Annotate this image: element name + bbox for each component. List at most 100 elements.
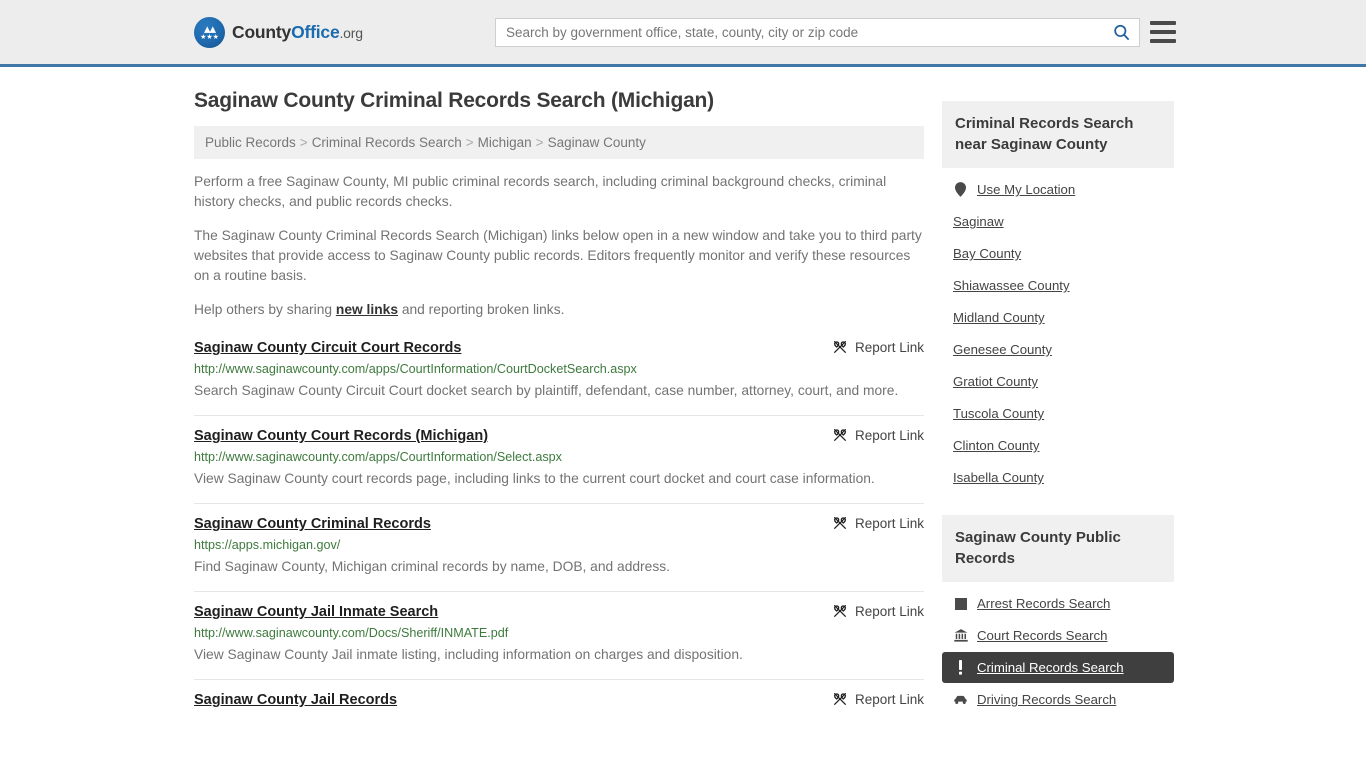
sidebar-item-midland-county[interactable]: Midland County (942, 302, 1174, 333)
broken-link-icon (833, 341, 846, 353)
sidebar-item-label: Arrest Records Search (977, 596, 1111, 611)
sidebar-item-criminal-records-search[interactable]: Criminal Records Search (942, 652, 1174, 683)
logo-text-office: Office (291, 21, 340, 42)
sidebar-item-label: Saginaw (953, 214, 1004, 229)
sidebar-item-label: Shiawassee County (953, 278, 1070, 293)
report-link-label: Report Link (854, 515, 924, 531)
breadcrumb-item-criminal-records-search[interactable]: Criminal Records Search (312, 135, 462, 150)
sidebar-item-use-my-location[interactable]: Use My Location (942, 174, 1174, 205)
car-icon (953, 692, 968, 707)
main-content: Saginaw County Criminal Records Search (… (194, 67, 924, 725)
search-input[interactable] (496, 18, 1103, 46)
results-list: Saginaw County Circuit Court Records Rep… (194, 335, 924, 725)
broken-link-icon (833, 517, 846, 529)
help-line-before: Help others by sharing (194, 302, 336, 317)
logo-text-org: .org (339, 24, 363, 41)
sidebar-item-arrest-records-search[interactable]: Arrest Records Search (942, 588, 1174, 619)
sidebar-item-label: Bay County (953, 246, 1022, 261)
report-link-label: Report Link (854, 427, 924, 443)
sidebar-item-label: Use My Location (977, 182, 1076, 197)
broken-link-icon (833, 693, 846, 705)
intro-paragraph-2: The Saginaw County Criminal Records Sear… (194, 228, 922, 283)
result-item: Saginaw County Circuit Court Records Rep… (194, 335, 924, 415)
site-logo[interactable]: ▴▴ ★★★ CountyOffice.org (194, 16, 363, 48)
broken-link-icon (833, 429, 846, 441)
page-title: Saginaw County Criminal Records Search (… (194, 89, 714, 112)
hamburger-menu-icon[interactable] (1150, 21, 1176, 43)
sidebar-item-driving-records-search[interactable]: Driving Records Search (942, 684, 1174, 715)
sidebar-public-records-box: Saginaw County Public Records Arrest Rec… (942, 515, 1174, 715)
breadcrumb-item-saginaw-county[interactable]: Saginaw County (548, 135, 646, 150)
report-link-label: Report Link (854, 603, 924, 619)
result-item: Saginaw County Criminal Records Report L… (194, 503, 924, 591)
sidebar-item-label: Driving Records Search (977, 692, 1117, 707)
sidebar-item-saginaw[interactable]: Saginaw (942, 206, 1174, 237)
report-link-button[interactable]: Report Link (814, 339, 924, 355)
result-url: http://www.saginawcounty.com/Docs/Sherif… (194, 626, 509, 640)
map-pin-icon (953, 182, 968, 197)
report-link-label: Report Link (854, 691, 924, 707)
result-title[interactable]: Saginaw County Jail Records (194, 691, 397, 710)
intro-text: Perform a free Saginaw County, MI public… (194, 172, 924, 320)
square-icon (953, 596, 968, 611)
breadcrumb-item-public-records[interactable]: Public Records (205, 135, 296, 150)
sidebar-item-label: Genesee County (953, 342, 1052, 357)
report-link-button[interactable]: Report Link (814, 515, 924, 531)
sidebar-item-tuscola-county[interactable]: Tuscola County (942, 398, 1174, 429)
sidebar-item-gratiot-county[interactable]: Gratiot County (942, 366, 1174, 397)
help-line: Help others by sharing new links and rep… (194, 300, 924, 320)
sidebar-item-genesee-county[interactable]: Genesee County (942, 334, 1174, 365)
site-header: ▴▴ ★★★ CountyOffice.org (0, 0, 1366, 67)
result-description: Search Saginaw County Circuit Court dock… (194, 383, 899, 398)
result-url: https://apps.michigan.gov/ (194, 538, 341, 552)
breadcrumb: Public Records > Criminal Records Search > M… (194, 126, 924, 159)
sidebar-nearby-heading: Criminal Records Search near Saginaw Cou… (942, 101, 1174, 168)
sidebar-public-records-heading: Saginaw County Public Records (942, 515, 1174, 582)
search-button[interactable] (1103, 19, 1139, 46)
result-description: Find Saginaw County, Michigan criminal r… (194, 559, 670, 574)
courthouse-icon (953, 628, 968, 643)
sidebar-item-label: Isabella County (953, 470, 1044, 485)
sidebar-item-label: Midland County (953, 310, 1045, 325)
sidebar-item-label: Court Records Search (977, 628, 1108, 643)
broken-link-icon (833, 605, 846, 617)
report-link-button[interactable]: Report Link (814, 603, 924, 619)
sidebar-item-shiawassee-county[interactable]: Shiawassee County (942, 270, 1174, 301)
sidebar-item-label: Gratiot County (953, 374, 1039, 389)
result-description: View Saginaw County court records page, … (194, 471, 875, 486)
sidebar-public-records-list: Arrest Records Search Court Records Sear… (942, 582, 1174, 715)
sidebar-item-clinton-county[interactable]: Clinton County (942, 430, 1174, 461)
report-link-button[interactable]: Report Link (814, 691, 924, 707)
report-link-label: Report Link (854, 339, 924, 355)
sidebar-item-court-records-search[interactable]: Court Records Search (942, 620, 1174, 651)
result-title[interactable]: Saginaw County Jail Inmate Search (194, 603, 438, 622)
result-url: http://www.saginawcounty.com/apps/CourtI… (194, 362, 637, 376)
result-item: Saginaw County Court Records (Michigan) … (194, 415, 924, 503)
breadcrumb-item-michigan[interactable]: Michigan (478, 135, 532, 150)
page-body: Saginaw County Criminal Records Search (… (0, 67, 1366, 725)
hamburger-bar (1150, 39, 1176, 43)
help-line-after: and reporting broken links. (398, 302, 565, 317)
sidebar-item-bay-county[interactable]: Bay County (942, 238, 1174, 269)
result-item: Saginaw County Jail Records Report Link (194, 679, 924, 725)
result-title[interactable]: Saginaw County Criminal Records (194, 515, 431, 534)
result-item: Saginaw County Jail Inmate Search Report… (194, 591, 924, 679)
sidebar-nearby-list: Use My Location Saginaw Bay County Shiaw… (942, 168, 1174, 493)
result-title[interactable]: Saginaw County Circuit Court Records (194, 339, 461, 358)
sidebar-item-label: Clinton County (953, 438, 1040, 453)
result-title[interactable]: Saginaw County Court Records (Michigan) (194, 427, 488, 446)
sidebar-item-isabella-county[interactable]: Isabella County (942, 462, 1174, 493)
logo-text-county: County (232, 21, 292, 42)
report-link-button[interactable]: Report Link (814, 427, 924, 443)
sidebar-item-label: Tuscola County (953, 406, 1045, 421)
intro-paragraph-1: Perform a free Saginaw County, MI public… (194, 174, 887, 209)
hamburger-bar (1150, 21, 1176, 25)
sidebar-item-label: Criminal Records Search (977, 660, 1124, 675)
new-links-link[interactable]: new links (336, 302, 398, 317)
result-description: View Saginaw County Jail inmate listing,… (194, 647, 743, 662)
breadcrumb-separator: > (535, 135, 544, 150)
logo-text: CountyOffice.org (232, 22, 363, 43)
search-icon (1113, 24, 1129, 40)
search-bar (495, 17, 1140, 47)
eagle-seal-icon: ▴▴ ★★★ (194, 16, 225, 48)
